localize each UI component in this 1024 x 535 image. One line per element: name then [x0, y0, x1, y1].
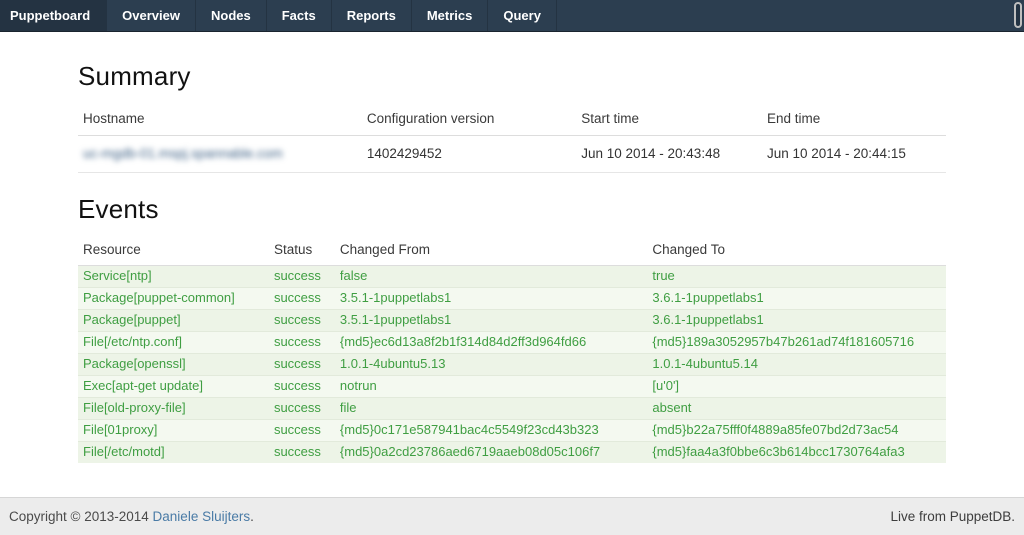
resource-cell: Package[openssl]	[78, 354, 269, 376]
changed-from-cell: file	[335, 398, 647, 420]
navbar: Puppetboard Overview Nodes Facts Reports…	[0, 0, 1024, 32]
footer: Copyright © 2013-2014 Daniele Sluijters.…	[0, 497, 1024, 535]
events-col-resource: Resource	[78, 237, 269, 266]
hostname-cell: uc-mgdb-01.mspj.spannable.com	[78, 136, 362, 173]
status-cell: success	[269, 442, 335, 464]
nav-item-nodes[interactable]: Nodes	[196, 0, 267, 31]
resource-cell: Service[ntp]	[78, 266, 269, 288]
event-row: File[/etc/motd]success{md5}0a2cd23786aed…	[78, 442, 946, 464]
status-cell: success	[269, 332, 335, 354]
summary-row: uc-mgdb-01.mspj.spannable.com 1402429452…	[78, 136, 946, 173]
event-row: Package[puppet-common]success3.5.1-1pupp…	[78, 288, 946, 310]
resource-cell: File[/etc/ntp.conf]	[78, 332, 269, 354]
status-cell: success	[269, 398, 335, 420]
changed-from-cell: {md5}0c171e587941bac4c5549f23cd43b323	[335, 420, 647, 442]
changed-to-cell: [u'0']	[647, 376, 946, 398]
status-cell: success	[269, 420, 335, 442]
config-version-cell: 1402429452	[362, 136, 576, 173]
nav-item-metrics[interactable]: Metrics	[412, 0, 489, 31]
changed-to-cell: {md5}faa4a3f0bbe6c3b614bcc1730764afa3	[647, 442, 946, 464]
resource-cell: File[/etc/motd]	[78, 442, 269, 464]
changed-from-cell: {md5}ec6d13a8f2b1f314d84d2ff3d964fd66	[335, 332, 647, 354]
status-cell: success	[269, 310, 335, 332]
nav-item-query[interactable]: Query	[488, 0, 557, 31]
end-time-cell: Jun 10 2014 - 20:44:15	[762, 136, 946, 173]
status-cell: success	[269, 376, 335, 398]
resource-cell: File[old-proxy-file]	[78, 398, 269, 420]
events-table: Resource Status Changed From Changed To …	[78, 237, 946, 463]
events-header-row: Resource Status Changed From Changed To	[78, 237, 946, 266]
changed-from-cell: 1.0.1-4ubuntu5.13	[335, 354, 647, 376]
status-cell: success	[269, 266, 335, 288]
changed-from-cell: 3.5.1-1puppetlabs1	[335, 288, 647, 310]
changed-from-cell: {md5}0a2cd23786aed6719aaeb08d05c106f7	[335, 442, 647, 464]
start-time-cell: Jun 10 2014 - 20:43:48	[576, 136, 762, 173]
status-cell: success	[269, 288, 335, 310]
changed-to-cell: true	[647, 266, 946, 288]
changed-from-cell: notrun	[335, 376, 647, 398]
resource-cell: Exec[apt-get update]	[78, 376, 269, 398]
changed-to-cell: 3.6.1-1puppetlabs1	[647, 288, 946, 310]
changed-to-cell: 1.0.1-4ubuntu5.14	[647, 354, 946, 376]
changed-from-cell: false	[335, 266, 647, 288]
nav-item-facts[interactable]: Facts	[267, 0, 332, 31]
events-table-body: Service[ntp]successfalsetruePackage[pupp…	[78, 266, 946, 464]
summary-heading: Summary	[78, 61, 946, 92]
event-row: Package[puppet]success3.5.1-1puppetlabs1…	[78, 310, 946, 332]
event-row: Service[ntp]successfalsetrue	[78, 266, 946, 288]
nav-item-overview[interactable]: Overview	[107, 0, 196, 31]
events-col-status: Status	[269, 237, 335, 266]
author-link[interactable]: Daniele Sluijters	[153, 509, 251, 524]
summary-table: Hostname Configuration version Start tim…	[78, 105, 946, 173]
resource-cell: File[01proxy]	[78, 420, 269, 442]
event-row: File[01proxy]success{md5}0c171e587941bac…	[78, 420, 946, 442]
changed-to-cell: {md5}b22a75fff0f4889a85fe07bd2d73ac54	[647, 420, 946, 442]
summary-col-config-version: Configuration version	[362, 105, 576, 136]
changed-to-cell: absent	[647, 398, 946, 420]
changed-to-cell: {md5}189a3052957b47b261ad74f181605716	[647, 332, 946, 354]
summary-col-hostname: Hostname	[78, 105, 362, 136]
event-row: File[/etc/ntp.conf]success{md5}ec6d13a8f…	[78, 332, 946, 354]
live-from-puppetdb-text: Live from PuppetDB.	[890, 498, 1015, 535]
resource-cell: Package[puppet]	[78, 310, 269, 332]
event-row: Exec[apt-get update]successnotrun[u'0']	[78, 376, 946, 398]
events-heading: Events	[78, 194, 946, 225]
event-row: File[old-proxy-file]successfileabsent	[78, 398, 946, 420]
main-content: Summary Hostname Configuration version S…	[78, 61, 946, 463]
status-cell: success	[269, 354, 335, 376]
vertical-scrollbar-thumb[interactable]	[1014, 2, 1022, 28]
nav-item-reports[interactable]: Reports	[332, 0, 412, 31]
changed-to-cell: 3.6.1-1puppetlabs1	[647, 310, 946, 332]
resource-cell: Package[puppet-common]	[78, 288, 269, 310]
events-col-changed-from: Changed From	[335, 237, 647, 266]
summary-col-start-time: Start time	[576, 105, 762, 136]
event-row: Package[openssl]success1.0.1-4ubuntu5.13…	[78, 354, 946, 376]
summary-col-end-time: End time	[762, 105, 946, 136]
copyright-text: Copyright © 2013-2014 Daniele Sluijters.	[9, 509, 254, 524]
navbar-brand[interactable]: Puppetboard	[0, 0, 107, 31]
changed-from-cell: 3.5.1-1puppetlabs1	[335, 310, 647, 332]
events-col-changed-to: Changed To	[647, 237, 946, 266]
summary-header-row: Hostname Configuration version Start tim…	[78, 105, 946, 136]
hostname-link-blurred[interactable]: uc-mgdb-01.mspj.spannable.com	[83, 146, 283, 161]
